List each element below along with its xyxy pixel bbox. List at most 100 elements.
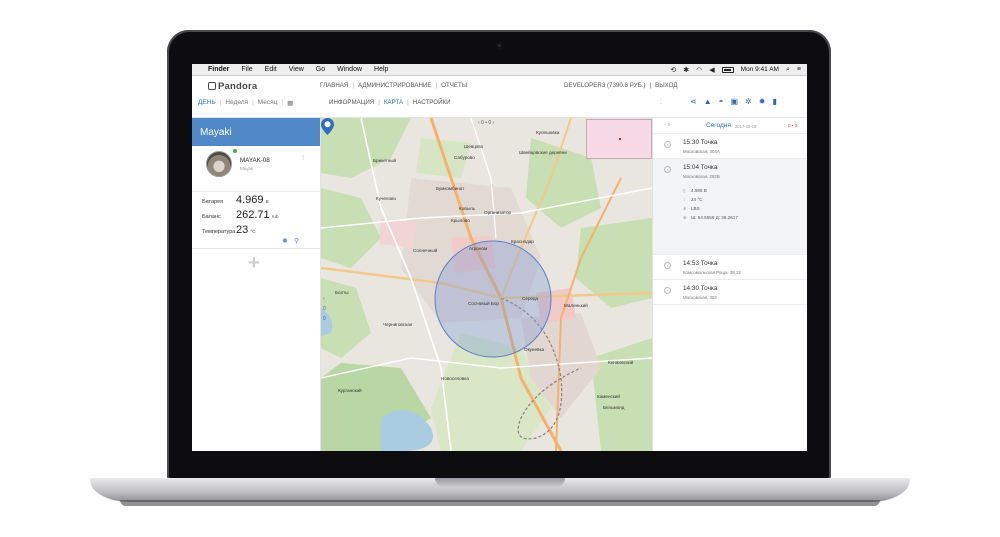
timeline-event[interactable]: • 14:30 Точка Московская, 303 [653, 280, 807, 305]
map-label: Солнечный [413, 248, 438, 253]
nav-reports[interactable]: ОТЧЕТЫ [441, 82, 467, 89]
panel-title[interactable]: Mayaki [192, 118, 320, 146]
event-address: Московская, 304А [683, 149, 720, 154]
time-machine-icon[interactable]: ⟲ [670, 66, 676, 74]
menubar-clock[interactable]: Mon 9:41 AM [741, 66, 779, 73]
menu-go[interactable]: Go [316, 66, 325, 73]
map-pager[interactable]: ‹ 0 • 0 › [478, 120, 494, 126]
stat-value: 262.71 [236, 209, 270, 221]
menu-help[interactable]: Help [374, 66, 388, 73]
menu-edit[interactable]: Edit [265, 66, 277, 73]
laptop-notch [435, 478, 565, 487]
divider: | [649, 82, 652, 89]
account-name[interactable]: DEVELOPER3 (7390.8 РУБ.) [564, 82, 645, 89]
mac-menubar: Finder File Edit View Go Window Help ⟲ ✱… [192, 64, 807, 76]
map-canvas[interactable] [321, 118, 652, 451]
event-type: Точка [700, 164, 718, 171]
account-bar: DEVELOPER3 (7390.8 РУБ.) | ВЫХОД [564, 82, 677, 89]
device-type: Mayak [240, 166, 254, 171]
event-type: Точка [700, 139, 718, 146]
map-label: Кенжовский [608, 360, 634, 365]
settings-icon[interactable]: ✹ [282, 237, 288, 245]
map-label: Черниговская [383, 322, 413, 327]
menu-file[interactable]: File [241, 66, 252, 73]
event-type: Точка [700, 285, 718, 292]
thermometer-icon: ↕ [683, 197, 686, 202]
sliders-icon[interactable]: ⫶ [660, 97, 662, 107]
map-label: Новоселовка [441, 376, 469, 381]
period-week[interactable]: Неделя [225, 99, 248, 107]
point-icon: • [664, 287, 671, 294]
bluetooth-icon[interactable]: ✱ [683, 66, 689, 74]
gear-icon[interactable]: ✹ [759, 97, 766, 107]
laptop-shadow [120, 500, 880, 506]
share-icon[interactable]: ⋖ [690, 97, 697, 107]
timeline-event[interactable]: • 15:30 Точка Московская, 304А [653, 134, 807, 159]
tab-info[interactable]: ИНФОРМАЦИЯ [329, 99, 374, 106]
pandora-logo[interactable]: Pandora [208, 81, 257, 92]
fan-icon[interactable]: ✲ [745, 97, 752, 107]
event-type: Точка [700, 260, 718, 267]
event-details: ▯ 4.985 В ↕ 24 °С ⋔ LBS ⊕ Ш: 54.5556 Д: 36.2… [683, 188, 807, 224]
minimap[interactable] [586, 119, 652, 159]
stat-value: 23 [236, 224, 249, 236]
battery-status-icon[interactable]: ▮ [772, 97, 776, 107]
list-icon[interactable]: ≡ [797, 66, 801, 73]
menu-window[interactable]: Window [337, 66, 362, 73]
timeline-prev[interactable]: ‹ 0 [665, 122, 670, 127]
device-actions: ✹ ⚲ [282, 237, 299, 245]
stat-label: Батарея [202, 199, 224, 205]
zoom-level-icon[interactable]: 0 [323, 306, 326, 312]
nav-admin[interactable]: АДМИНИСТРИРОВАНИЕ [358, 82, 432, 89]
menu-view[interactable]: View [289, 66, 304, 73]
map[interactable]: Кулешовка Шевцово Сабурово Брикетный Шве… [321, 118, 652, 451]
zoom-out-icon[interactable]: 0 [323, 316, 326, 322]
tab-map[interactable]: КАРТА [384, 99, 403, 106]
device-card[interactable]: MAYAK-08 Mayak ⁝ [192, 146, 320, 192]
timeline-event[interactable]: • 14:53 Точка Комсомольская Роща, 39,32 [653, 255, 807, 280]
timeline-next[interactable]: 0 • 0 [788, 123, 797, 128]
event-time: 14:53 [683, 260, 699, 267]
event-address: Комсомольская Роща, 39,32 [683, 270, 741, 275]
add-device-button[interactable]: + [248, 252, 260, 275]
lock-icon[interactable]: ▣ [730, 97, 738, 107]
detail-value: Ш: 54.5556 Д: 36.2617 [691, 215, 738, 220]
map-label: Крылово [451, 218, 470, 223]
location-pin-icon[interactable]: ⚲ [294, 237, 299, 245]
device-name: MAYAK-08 [240, 157, 270, 164]
map-label: Болты [335, 290, 349, 295]
map-label: Каменский [597, 394, 620, 399]
tab-settings[interactable]: НАСТРОЙКИ [413, 99, 451, 106]
period-month[interactable]: Месяц [258, 99, 278, 107]
stat-label: Баланс [202, 214, 221, 220]
period-day[interactable]: ДЕНЬ [198, 99, 216, 107]
divider: | [252, 99, 254, 106]
map-label: Бельмонд [603, 405, 625, 410]
timeline-event-selected[interactable]: • 15:04 Точка Московская, 292В ▯ 4.985 В … [653, 159, 807, 255]
map-label: Кучелово [376, 196, 396, 201]
logout-link[interactable]: ВЫХОД [655, 82, 677, 89]
calendar-icon[interactable]: ▦ [287, 99, 293, 107]
battery-small-icon: ▯ [683, 188, 686, 193]
nav-home[interactable]: ГЛАВНАЯ [320, 82, 348, 89]
map-label: Сосновый Бор [468, 301, 499, 306]
car-icon[interactable]: ◓ [719, 97, 724, 107]
map-label: Бумкомбинат [436, 186, 465, 191]
battery-icon[interactable] [721, 66, 734, 73]
wifi-icon[interactable]: ◠ [696, 66, 702, 74]
screen: Finder File Edit View Go Window Help ⟲ ✱… [192, 64, 807, 451]
timeline-today[interactable]: Сегодня [706, 122, 731, 129]
detail-value: 24 °С [691, 197, 703, 202]
search-icon[interactable]: ⌕ [786, 66, 790, 74]
device-avatar [206, 151, 232, 177]
menu-finder[interactable]: Finder [208, 66, 229, 73]
volume-icon[interactable]: ◀ [709, 66, 714, 74]
stat-balance: Баланс 262.71 rub [202, 209, 320, 224]
location-marker-icon[interactable] [321, 118, 334, 135]
map-label: Брикетный [373, 158, 397, 163]
detail-coordinates: ⊕ Ш: 54.5556 Д: 36.2617 [683, 215, 807, 224]
detail-temperature: ↕ 24 °С [683, 197, 807, 206]
warning-icon[interactable]: ▲ [704, 97, 712, 107]
map-label: Кулешовка [536, 130, 560, 135]
zoom-in-icon[interactable]: ‹ [323, 296, 326, 302]
